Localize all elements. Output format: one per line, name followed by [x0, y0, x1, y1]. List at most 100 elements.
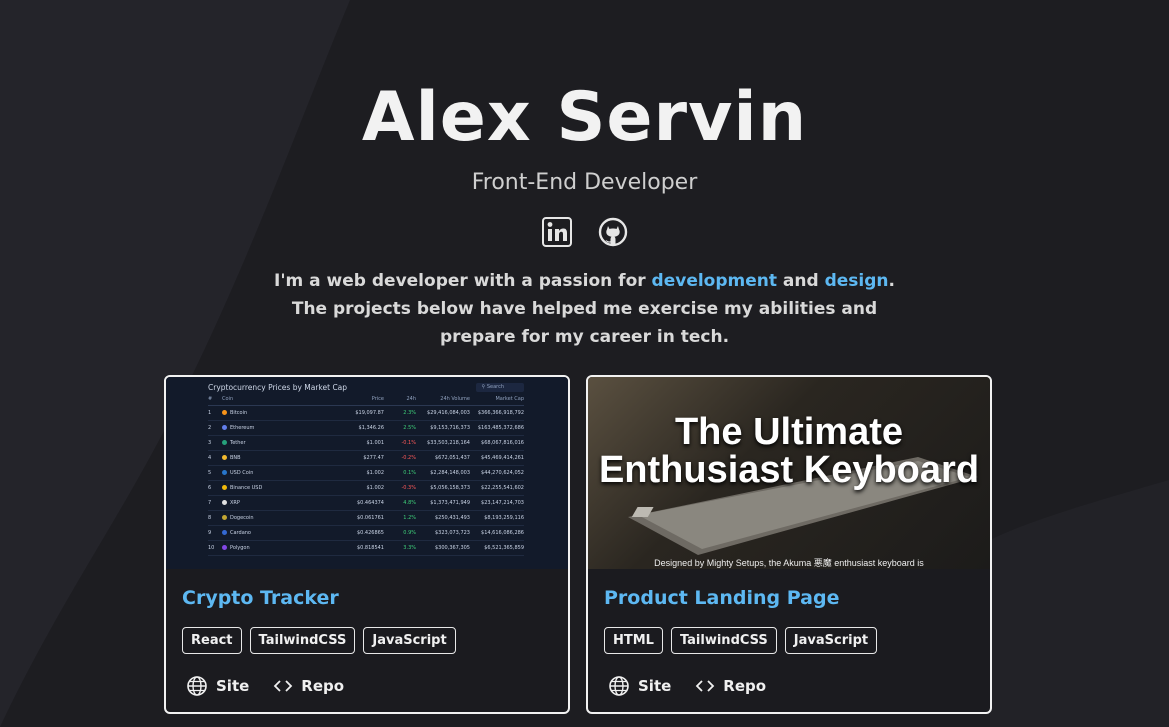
tag-list: React TailwindCSS JavaScript	[182, 627, 456, 654]
crypto-cell: $5,056,158,373	[430, 485, 470, 491]
project-title[interactable]: Crypto Tracker	[182, 587, 339, 609]
crypto-cell: $14,616,086,286	[481, 530, 524, 536]
code-icon	[696, 680, 715, 692]
crypto-header-cell: 24h Volume	[440, 396, 470, 402]
keyboard-headline: The Ultimate Enthusiast Keyboard	[598, 411, 980, 491]
social-links	[0, 216, 1169, 248]
crypto-table-row: 1 Bitcoin $19,097.87 2.3% $29,416,084,003 $36…	[208, 406, 524, 421]
crypto-table-row: 3 Tether $1.001 -0.1% $33,503,218,164 $68,067…	[208, 436, 524, 451]
crypto-cell: USD Coin	[222, 470, 322, 476]
crypto-cell: -0.1%	[401, 440, 416, 446]
site-link[interactable]: Site	[186, 675, 249, 697]
tag: JavaScript	[784, 627, 878, 654]
crypto-cell: $1,346.26	[358, 425, 384, 431]
linkedin-link[interactable]	[541, 216, 573, 248]
crypto-cell: $19,097.87	[355, 410, 384, 416]
crypto-cell: $68,067,816,016	[481, 440, 524, 446]
tag: TailwindCSS	[670, 627, 777, 654]
crypto-cell: 2.5%	[403, 425, 416, 431]
crypto-cell: 6	[208, 485, 212, 491]
crypto-cell: 2.3%	[403, 410, 416, 416]
crypto-table-row: 9 Cardano $0.426865 0.9% $323,073,723 $14,616…	[208, 526, 524, 541]
crypto-cell: 3	[208, 440, 212, 446]
crypto-cell: BNB	[222, 455, 322, 461]
crypto-cell: 5	[208, 470, 212, 476]
crypto-cell: $1.002	[366, 470, 385, 476]
crypto-cell: -0.3%	[401, 485, 416, 491]
crypto-cell: 4.8%	[403, 500, 416, 506]
crypto-cell: $8,193,259,116	[484, 515, 524, 521]
crypto-cell: 9	[208, 530, 212, 536]
crypto-table-row: 10 Polygon $0.818541 3.3% $300,367,305 $6,521…	[208, 541, 524, 556]
crypto-header-cell: #	[208, 396, 213, 402]
tag: React	[182, 627, 242, 654]
crypto-cell: $0.818541	[356, 545, 384, 551]
crypto-cell: 4	[208, 455, 212, 461]
crypto-table-row: 7 XRP $0.464374 4.8% $1,373,471,949 $23,147,2…	[208, 496, 524, 511]
github-icon	[598, 217, 627, 247]
crypto-cell: $2,284,148,003	[430, 470, 470, 476]
coin-icon	[222, 515, 227, 520]
intro-text: I'm a web developer with a passion for d…	[0, 267, 1169, 351]
crypto-cell: $44,270,624,052	[481, 470, 524, 476]
github-link[interactable]	[597, 216, 629, 248]
intro-line-3: prepare for my career in tech.	[439, 327, 730, 347]
repo-link[interactable]: Repo	[695, 675, 766, 697]
crypto-cell: Ethereum	[222, 425, 322, 431]
crypto-cell: $0.426865	[356, 530, 384, 536]
project-thumbnail[interactable]: The Ultimate Enthusiast Keyboard Designe…	[588, 377, 990, 569]
site-link[interactable]: Site	[608, 675, 671, 697]
crypto-table-row: 4 BNB $277.47 -0.2% $672,051,437 $45,469,414,…	[208, 451, 524, 466]
crypto-cell: $672,051,437	[435, 455, 470, 461]
crypto-cell: 8	[208, 515, 212, 521]
crypto-cell: 3.3%	[403, 545, 416, 551]
crypto-table-row: 2 Ethereum $1,346.26 2.5% $9,153,716,373 $163…	[208, 421, 524, 436]
crypto-cell: XRP	[222, 500, 322, 506]
highlight-development: development	[651, 271, 778, 291]
crypto-header-cell: Coin	[222, 396, 234, 402]
crypto-cell: $9,153,716,373	[430, 425, 470, 431]
keyboard-caption: Designed by Mighty Setups, the Akuma 悪魔 …	[654, 558, 924, 568]
project-thumbnail[interactable]: Cryptocurrency Prices by Market Cap ⚲ Se…	[166, 377, 568, 569]
crypto-cell: -0.2%	[401, 455, 416, 461]
crypto-header-cell: 24h	[406, 396, 416, 402]
project-card-product-landing: The Ultimate Enthusiast Keyboard Designe…	[586, 375, 992, 714]
crypto-cell: $45,469,414,261	[481, 455, 524, 461]
crypto-table-row: 6 Binance USD $1.002 -0.3% $5,056,158,373 $22…	[208, 481, 524, 496]
crypto-cell: Tether	[222, 440, 322, 446]
crypto-cell: $277.47	[363, 455, 384, 461]
globe-icon	[609, 676, 629, 696]
crypto-cell: Dogecoin	[222, 515, 322, 521]
coin-icon	[222, 500, 227, 505]
crypto-cell: $22,255,541,602	[481, 485, 524, 491]
coin-icon	[222, 470, 227, 475]
crypto-cell: $1.001	[366, 440, 385, 446]
code-icon	[274, 680, 293, 692]
project-links: Site Repo	[186, 675, 344, 697]
globe-icon	[187, 676, 207, 696]
repo-link[interactable]: Repo	[273, 675, 344, 697]
crypto-header-cell: Market Cap	[495, 396, 524, 402]
crypto-cell: $0.464374	[356, 500, 384, 506]
coin-icon	[222, 530, 227, 535]
crypto-table-row: 8 Dogecoin $0.061761 1.2% $250,431,493 $8,193…	[208, 511, 524, 526]
project-title[interactable]: Product Landing Page	[604, 587, 839, 609]
crypto-cell: 1.2%	[403, 515, 416, 521]
crypto-cell: $1.002	[366, 485, 385, 491]
crypto-table-preview: Cryptocurrency Prices by Market Cap ⚲ Se…	[208, 383, 524, 556]
coin-icon	[222, 485, 227, 490]
intro-line-1: I'm a web developer with a passion for d…	[274, 271, 895, 291]
coin-icon	[222, 455, 227, 460]
crypto-header-cell: Price	[371, 396, 384, 402]
crypto-cell: $163,485,372,686	[477, 425, 524, 431]
crypto-table-body: 1 Bitcoin $19,097.87 2.3% $29,416,084,003 $36…	[208, 406, 524, 556]
search-box: ⚲ Search	[475, 383, 524, 392]
crypto-cell: $33,503,218,164	[427, 440, 470, 446]
crypto-cell: Cardano	[222, 530, 322, 536]
crypto-cell: $366,366,918,792	[477, 410, 524, 416]
crypto-cell: $6,521,365,859	[484, 545, 524, 551]
page-subtitle: Front-End Developer	[471, 170, 698, 195]
crypto-cell: $0.061761	[356, 515, 384, 521]
tag: JavaScript	[363, 627, 456, 654]
highlight-design: design	[824, 271, 889, 291]
